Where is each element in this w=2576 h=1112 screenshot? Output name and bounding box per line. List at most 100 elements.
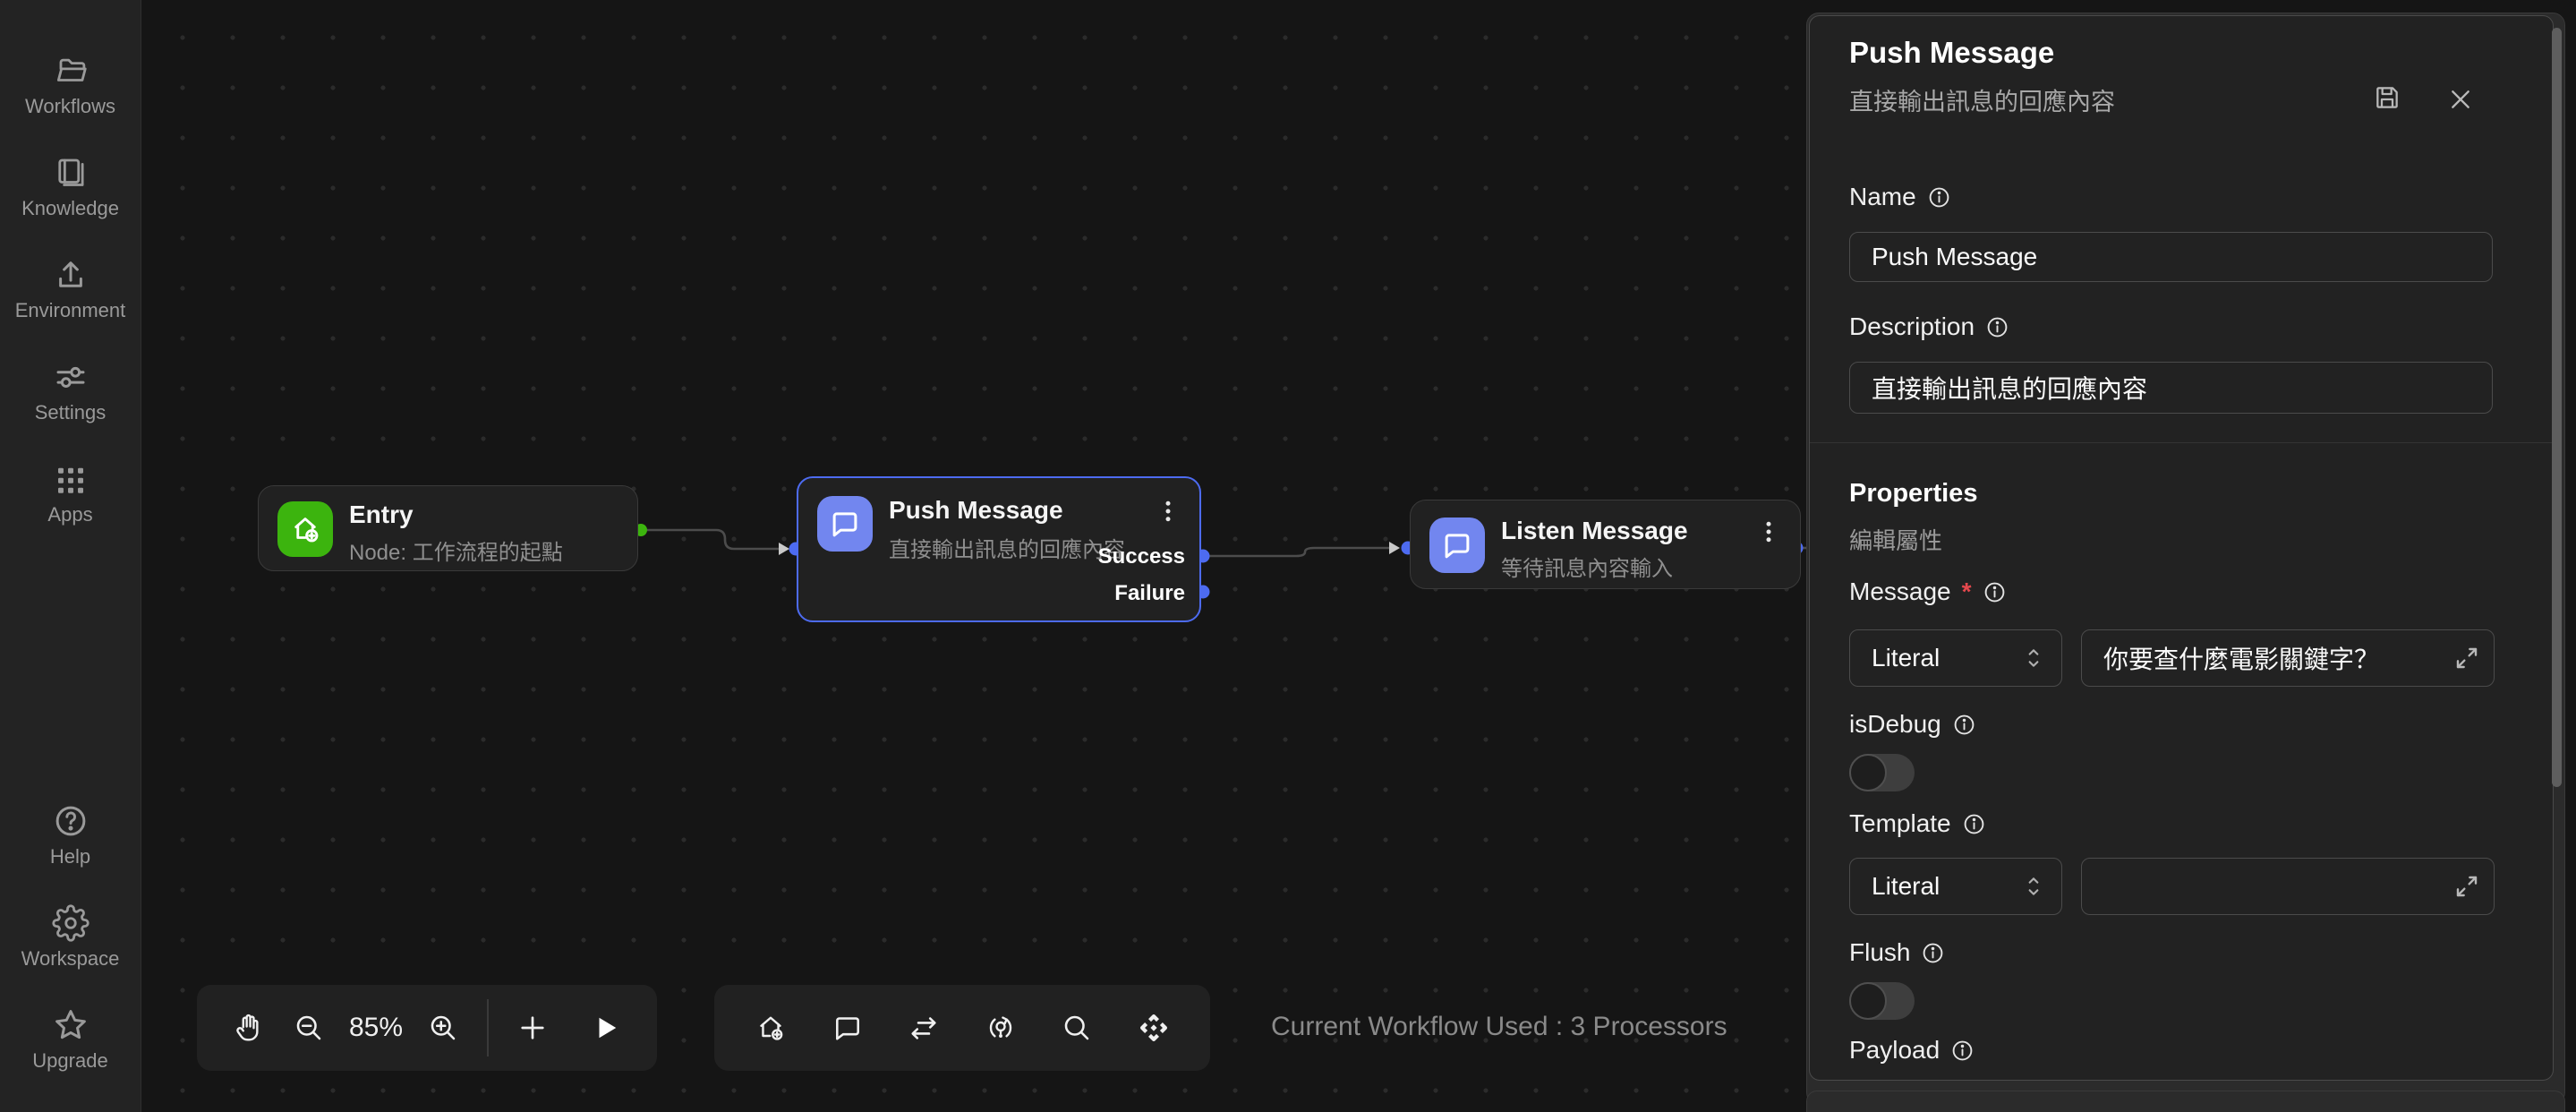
run-workflow-button[interactable] — [580, 1002, 632, 1054]
pan-hand-button[interactable] — [222, 1002, 274, 1054]
add-intent-node-button[interactable] — [975, 1002, 1027, 1054]
plus-icon — [516, 1012, 549, 1044]
info-icon[interactable] — [1952, 713, 1976, 737]
zoom-out-icon — [293, 1012, 325, 1044]
message-bubble-icon — [1429, 518, 1485, 573]
info-icon[interactable] — [1983, 580, 2007, 604]
toggle-knob — [1849, 982, 1887, 1020]
toolbar-divider — [487, 999, 489, 1056]
expand-icon[interactable] — [2452, 872, 2481, 901]
template-type-select[interactable]: Literal — [1849, 858, 2062, 915]
info-icon[interactable] — [1950, 1039, 1975, 1063]
node-subtitle: Node: 工作流程的起點 — [349, 535, 563, 566]
isdebug-field-label: isDebug — [1849, 709, 1976, 740]
gear-icon — [52, 904, 90, 942]
toggle-knob — [1849, 754, 1887, 791]
sidebar-item-environment[interactable]: Environment — [0, 256, 141, 322]
center-diamond-icon — [1138, 1012, 1170, 1044]
node-subtitle: 等待訊息內容輸入 — [1501, 551, 1673, 582]
close-panel-button[interactable] — [2444, 82, 2478, 116]
node-title: Push Message — [889, 496, 1063, 525]
sidebar-item-apps[interactable]: Apps — [0, 460, 141, 526]
name-field-label: Name — [1849, 182, 1951, 212]
sidebar-item-knowledge[interactable]: Knowledge — [0, 154, 141, 220]
add-button[interactable] — [507, 1002, 559, 1054]
sidebar-item-label: Knowledge — [21, 197, 119, 220]
sidebar-item-settings[interactable]: Settings — [0, 358, 141, 424]
zoom-in-button[interactable] — [417, 1002, 469, 1054]
flush-toggle[interactable] — [1849, 982, 1915, 1020]
sidebar-bottom-group: Help Workspace Upgrade — [0, 802, 141, 1073]
add-transfer-node-button[interactable] — [898, 1002, 950, 1054]
message-value-input[interactable]: 你要查什麼電影關鍵字？ — [2081, 629, 2495, 687]
node-subtitle: 直接輸出訊息的回應內容 — [889, 532, 1125, 563]
help-circle-icon — [52, 802, 90, 840]
upload-icon — [52, 256, 90, 294]
workflow-canvas[interactable]: Entry Node: 工作流程的起點 Push Message 直接輸出訊息的… — [141, 0, 1806, 1112]
speech-bubble-icon — [832, 1012, 864, 1044]
required-marker: * — [1962, 577, 1972, 606]
info-icon[interactable] — [1927, 185, 1951, 210]
node-config-panel: Push Message 直接輸出訊息的回應內容 Name Push Messa… — [1806, 13, 2565, 1105]
info-icon[interactable] — [1985, 315, 2009, 339]
sliders-icon — [52, 358, 90, 396]
sidebar-item-help[interactable]: Help — [0, 802, 141, 868]
expand-icon[interactable] — [2452, 644, 2481, 672]
panel-content: Push Message 直接輸出訊息的回應內容 Name Push Messa… — [1809, 15, 2554, 1081]
add-entry-node-button[interactable] — [745, 1002, 797, 1054]
sidebar-item-upgrade[interactable]: Upgrade — [0, 1006, 141, 1073]
properties-subheading: 編輯屬性 — [1849, 523, 1942, 556]
folder-icon — [52, 52, 90, 90]
hand-icon — [232, 1012, 264, 1044]
play-icon — [590, 1012, 622, 1044]
sidebar-top-group: Workflows Knowledge Environment Settings… — [0, 52, 141, 526]
sidebar-item-label: Workflows — [25, 95, 115, 118]
zoom-out-button[interactable] — [283, 1002, 335, 1054]
node-push-message[interactable]: Push Message 直接輸出訊息的回應內容 Success Failure — [797, 476, 1201, 622]
add-message-node-button[interactable] — [822, 1002, 874, 1054]
workflow-status-text: Current Workflow Used : 3 Processors — [1271, 1012, 1727, 1042]
info-icon[interactable] — [1921, 941, 1945, 965]
sidebar-item-workspace[interactable]: Workspace — [0, 904, 141, 971]
message-field-label: Message * — [1849, 577, 2007, 607]
panel-title: Push Message — [1849, 36, 2054, 70]
properties-heading: Properties — [1849, 479, 1977, 509]
close-icon — [2446, 85, 2475, 114]
search-icon — [1061, 1012, 1093, 1044]
search-nodes-button[interactable] — [1051, 1002, 1103, 1054]
zoom-level-value[interactable]: 85% — [344, 1013, 408, 1043]
node-menu-kebab-icon[interactable] — [1755, 518, 1782, 549]
output-label-success: Success — [1098, 544, 1185, 569]
sidebar-item-label: Upgrade — [32, 1049, 107, 1073]
node-listen-message[interactable]: Listen Message 等待訊息內容輸入 — [1410, 500, 1801, 589]
entry-house-plus-icon — [277, 501, 333, 557]
message-bubble-icon — [817, 496, 873, 552]
node-title: Entry — [349, 500, 414, 529]
output-label-failure: Failure — [1114, 581, 1185, 606]
star-icon — [52, 1006, 90, 1044]
description-input[interactable]: 直接輸出訊息的回應內容 — [1849, 362, 2493, 414]
message-type-select[interactable]: Literal — [1849, 629, 2062, 687]
sidebar-item-label: Environment — [15, 299, 126, 322]
isdebug-toggle[interactable] — [1849, 754, 1915, 791]
panel-subtitle: 直接輸出訊息的回應內容 — [1849, 82, 2115, 117]
node-menu-kebab-icon[interactable] — [1155, 498, 1181, 528]
sidebar-item-label: Settings — [35, 401, 107, 424]
description-field-label: Description — [1849, 312, 2009, 342]
chevron-up-down-icon — [2022, 871, 2045, 902]
panel-scrollbar-thumb[interactable] — [2552, 28, 2562, 787]
swap-arrows-icon — [908, 1012, 940, 1044]
template-value-input[interactable] — [2081, 858, 2495, 915]
info-icon[interactable] — [1962, 812, 1986, 836]
bulb-cycle-icon — [985, 1012, 1017, 1044]
node-entry[interactable]: Entry Node: 工作流程的起點 — [258, 485, 638, 571]
sidebar-item-label: Help — [50, 845, 90, 868]
save-button[interactable] — [2370, 81, 2404, 115]
sidebar: Workflows Knowledge Environment Settings… — [0, 0, 141, 1112]
template-field-label: Template — [1849, 808, 1986, 839]
center-view-button[interactable] — [1128, 1002, 1180, 1054]
chevron-up-down-icon — [2022, 643, 2045, 673]
name-input[interactable]: Push Message — [1849, 232, 2493, 282]
sidebar-item-workflows[interactable]: Workflows — [0, 52, 141, 118]
sidebar-item-label: Workspace — [21, 947, 120, 971]
